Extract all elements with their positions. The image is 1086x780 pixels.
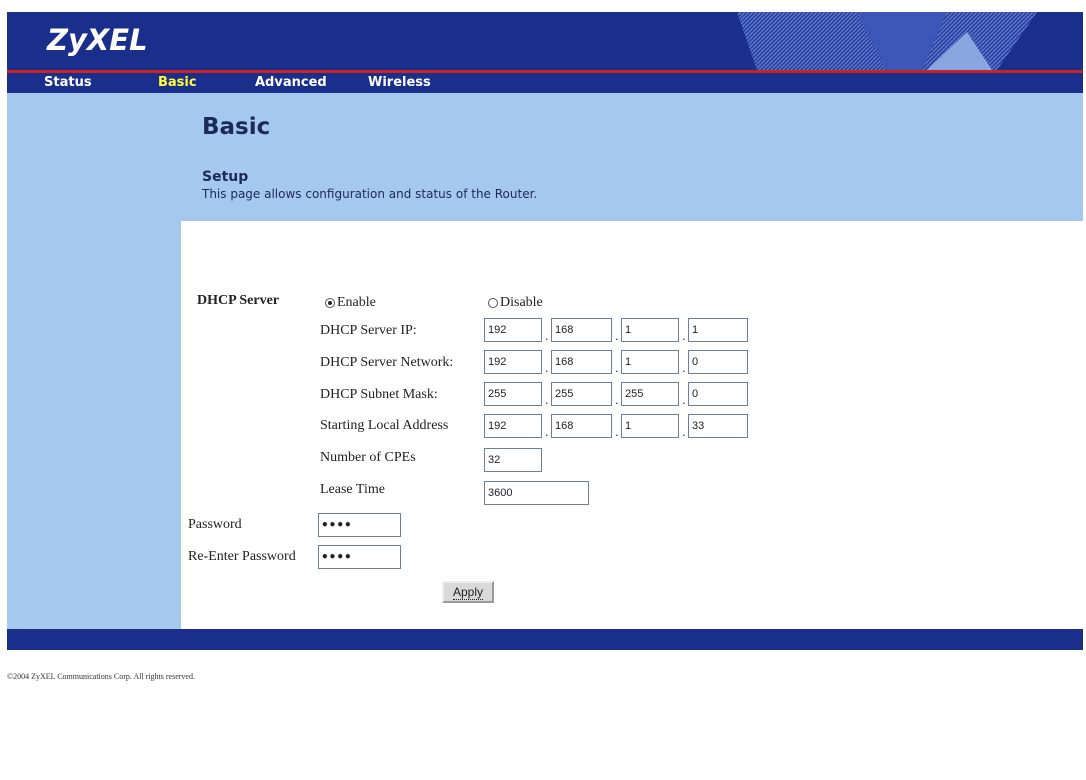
number-of-cpes-label: Number of CPEs [320, 450, 416, 465]
dhcp-server-network-octet-2[interactable] [551, 350, 612, 374]
dhcp-server-label: DHCP Server [197, 293, 280, 308]
dhcp-enable-label: Enable [337, 295, 376, 310]
password-label: Password [188, 517, 242, 532]
reenter-password-label: Re-Enter Password [188, 549, 296, 564]
dhcp-server-network-octet-4[interactable] [688, 350, 748, 374]
dhcp-server-ip-label: DHCP Server IP: [320, 323, 417, 338]
dhcp-server-ip-octet-4[interactable] [688, 318, 748, 342]
dhcp-enable-radio[interactable]: Enable [325, 295, 376, 311]
dhcp-disable-label: Disable [500, 295, 543, 310]
radio-selected-icon [325, 298, 335, 308]
starting-local-address-octet-3[interactable] [621, 414, 679, 438]
nav-wireless[interactable]: Wireless [368, 75, 431, 90]
starting-local-address-octet-1[interactable] [484, 414, 542, 438]
copyright-text: ©2004 ZyXEL Communications Corp. All rig… [7, 672, 195, 681]
nav-basic[interactable]: Basic [158, 75, 197, 90]
section-description: This page allows configuration and statu… [202, 187, 538, 201]
octet-separator: . [545, 360, 549, 375]
nav-advanced[interactable]: Advanced [255, 75, 327, 90]
main-nav: Status Basic Advanced Wireless [7, 73, 1083, 93]
dhcp-server-network-label: DHCP Server Network: [320, 355, 454, 370]
octet-separator: . [545, 392, 549, 407]
lease-time-input[interactable] [484, 481, 589, 505]
dhcp-server-network-octet-3[interactable] [621, 350, 679, 374]
octet-separator: . [545, 424, 549, 439]
title-panel: Basic Setup This page allows configurati… [181, 93, 1083, 221]
octet-separator: . [682, 392, 686, 407]
dhcp-server-ip-octet-1[interactable] [484, 318, 542, 342]
octet-separator: . [615, 424, 619, 439]
header-decoration-graphic [737, 12, 1037, 70]
octet-separator: . [615, 360, 619, 375]
footer-bar [7, 629, 1083, 650]
octet-separator: . [615, 392, 619, 407]
octet-separator: . [615, 328, 619, 343]
reenter-password-input[interactable]: •••• [318, 545, 401, 569]
octet-separator: . [682, 424, 686, 439]
octet-separator: . [682, 328, 686, 343]
lease-time-label: Lease Time [320, 482, 385, 497]
nav-status[interactable]: Status [44, 75, 92, 90]
starting-local-address-octet-4[interactable] [688, 414, 748, 438]
starting-local-address-octet-2[interactable] [551, 414, 612, 438]
dhcp-subnet-mask-label: DHCP Subnet Mask: [320, 387, 438, 402]
number-of-cpes-input[interactable] [484, 448, 542, 472]
starting-local-address-label: Starting Local Address [320, 418, 449, 433]
sidebar [7, 93, 181, 629]
dhcp-server-network-octet-1[interactable] [484, 350, 542, 374]
dhcp-subnet-mask-octet-1[interactable] [484, 382, 542, 406]
page-title: Basic [202, 114, 271, 140]
dhcp-disable-radio[interactable]: Disable [488, 295, 543, 311]
octet-separator: . [545, 328, 549, 343]
apply-button[interactable]: Apply [442, 581, 494, 603]
radio-unselected-icon [488, 298, 498, 308]
password-input[interactable]: •••• [318, 513, 401, 537]
section-title: Setup [202, 169, 249, 185]
dhcp-server-ip-octet-3[interactable] [621, 318, 679, 342]
apply-button-label: Apply [452, 585, 484, 600]
octet-separator: . [682, 360, 686, 375]
dhcp-subnet-mask-octet-4[interactable] [688, 382, 748, 406]
dhcp-server-ip-octet-2[interactable] [551, 318, 612, 342]
header-bar: ZyXEL [7, 12, 1083, 70]
dhcp-subnet-mask-octet-2[interactable] [551, 382, 612, 406]
zyxel-logo: ZyXEL [47, 23, 148, 57]
dhcp-subnet-mask-octet-3[interactable] [621, 382, 679, 406]
